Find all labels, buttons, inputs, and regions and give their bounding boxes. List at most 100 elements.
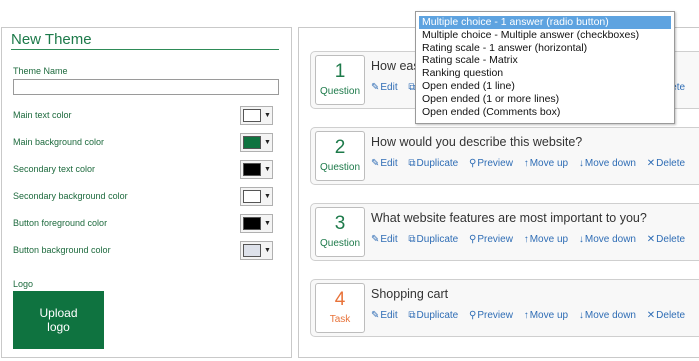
question-type-option[interactable]: Open ended (1 line): [419, 80, 671, 93]
color-swatch: [243, 217, 261, 230]
edit-button[interactable]: ✎Edit: [371, 234, 398, 245]
duplicate-button[interactable]: ⧉Duplicate: [408, 158, 458, 169]
question-type-label: Question: [319, 86, 361, 97]
question-type-option[interactable]: Ranking question: [419, 67, 671, 80]
color-row-button-background: Button background color ▼: [13, 241, 273, 261]
color-row-main-background: Main background color ▼: [13, 133, 273, 153]
arrow-down-icon: ↓: [578, 310, 584, 321]
arrow-up-icon: ↑: [523, 234, 529, 245]
move-down-button[interactable]: ↓Move down: [579, 310, 636, 321]
color-label: Button background color: [13, 245, 111, 255]
move-down-button[interactable]: ↓Move down: [579, 234, 636, 245]
button-foreground-color-picker[interactable]: ▼: [240, 214, 273, 233]
move-up-button[interactable]: ↑Move up: [524, 310, 568, 321]
question-number: 2: [334, 137, 346, 158]
pencil-icon: ✎: [371, 82, 380, 93]
color-label: Secondary text color: [13, 164, 96, 174]
main-text-color-picker[interactable]: ▼: [240, 106, 273, 125]
color-swatch: [243, 109, 261, 122]
delete-button[interactable]: ✕Delete: [647, 234, 685, 245]
preview-button[interactable]: ⚲Preview: [469, 310, 513, 321]
x-icon: ✕: [646, 310, 656, 321]
question-actions: ✎Edit ⧉Duplicate ⚲Preview ↑Move up ↓Move…: [371, 234, 693, 245]
upload-logo-button[interactable]: Upload logo: [13, 291, 104, 349]
pencil-icon: ✎: [371, 234, 380, 245]
edit-button[interactable]: ✎Edit: [371, 310, 398, 321]
color-label: Main text color: [13, 110, 72, 120]
question-type-label: Question: [319, 162, 361, 173]
color-row-button-foreground: Button foreground color ▼: [13, 214, 273, 234]
edit-button[interactable]: ✎Edit: [371, 158, 398, 169]
move-down-button[interactable]: ↓Move down: [579, 158, 636, 169]
question-actions: ✎Edit ⧉Duplicate ⚲Preview ↑Move up ↓Move…: [371, 310, 693, 321]
question-type-option[interactable]: Multiple choice - Multiple answer (check…: [419, 29, 671, 42]
pencil-icon: ✎: [371, 310, 380, 321]
main-background-color-picker[interactable]: ▼: [240, 133, 273, 152]
copy-icon: ⧉: [408, 310, 416, 321]
magnifier-icon: ⚲: [469, 158, 477, 169]
arrow-down-icon: ↓: [578, 158, 584, 169]
dropdown-arrow-icon: ▼: [264, 166, 271, 173]
question-text: What website features are most important…: [371, 211, 647, 225]
dropdown-arrow-icon: ▼: [264, 112, 271, 119]
theme-name-label: Theme Name: [13, 66, 68, 76]
question-type-option[interactable]: Rating scale - Matrix: [419, 54, 671, 67]
dropdown-arrow-icon: ▼: [264, 139, 271, 146]
question-text: How would you describe this website?: [371, 135, 583, 149]
magnifier-icon: ⚲: [469, 234, 477, 245]
secondary-background-color-picker[interactable]: ▼: [240, 187, 273, 206]
question-number-badge: 1 Question: [315, 55, 365, 105]
move-up-button[interactable]: ↑Move up: [524, 234, 568, 245]
theme-panel: New Theme Theme Name Main text color ▼ M…: [1, 27, 292, 358]
color-row-main-text: Main text color ▼: [13, 106, 273, 126]
delete-button[interactable]: ✕Delete: [647, 310, 685, 321]
question-number: 4: [334, 289, 346, 310]
question-type-option[interactable]: Multiple choice - 1 answer (radio button…: [419, 16, 671, 29]
logo-label: Logo: [13, 279, 34, 289]
color-label: Main background color: [13, 137, 105, 147]
question-card[interactable]: 3 Question What website features are mos…: [310, 203, 699, 261]
pencil-icon: ✎: [371, 158, 380, 169]
theme-title: New Theme: [11, 32, 279, 50]
question-number-badge: 4 Task: [315, 283, 365, 333]
preview-button[interactable]: ⚲Preview: [469, 234, 513, 245]
color-row-secondary-background: Secondary background color ▼: [13, 187, 273, 207]
move-up-button[interactable]: ↑Move up: [524, 158, 568, 169]
duplicate-button[interactable]: ⧉Duplicate: [408, 234, 458, 245]
question-number-badge: 3 Question: [315, 207, 365, 257]
upload-logo-label: Upload logo: [39, 306, 78, 334]
x-icon: ✕: [646, 234, 656, 245]
color-swatch: [243, 244, 261, 257]
delete-button[interactable]: ✕Delete: [647, 158, 685, 169]
question-actions: ✎Edit ⧉Duplicate ⚲Preview ↑Move up ↓Move…: [371, 158, 693, 169]
question-card[interactable]: 2 Question How would you describe this w…: [310, 127, 699, 185]
question-type-label: Question: [319, 238, 361, 249]
theme-name-input[interactable]: [13, 79, 279, 95]
color-swatch: [243, 136, 261, 149]
question-type-dropdown: Multiple choice - 1 answer (radio button…: [415, 11, 675, 124]
arrow-down-icon: ↓: [578, 234, 584, 245]
dropdown-arrow-icon: ▼: [264, 247, 271, 254]
question-type-option[interactable]: Open ended (Comments box): [419, 106, 671, 119]
question-text: Shopping cart: [371, 287, 449, 301]
question-number: 1: [334, 61, 346, 82]
dropdown-arrow-icon: ▼: [264, 193, 271, 200]
color-swatch: [243, 163, 261, 176]
preview-button[interactable]: ⚲Preview: [469, 158, 513, 169]
question-number-badge: 2 Question: [315, 131, 365, 181]
edit-button[interactable]: ✎Edit: [371, 82, 398, 93]
secondary-text-color-picker[interactable]: ▼: [240, 160, 273, 179]
duplicate-button[interactable]: ⧉Duplicate: [408, 310, 458, 321]
color-label: Secondary background color: [13, 191, 128, 201]
question-type-label: Task: [329, 314, 351, 325]
question-number: 3: [334, 213, 346, 234]
arrow-up-icon: ↑: [523, 158, 529, 169]
question-type-option[interactable]: Rating scale - 1 answer (horizontal): [419, 42, 671, 55]
button-background-color-picker[interactable]: ▼: [240, 241, 273, 260]
task-card[interactable]: 4 Task Shopping cart ✎Edit ⧉Duplicate ⚲P…: [310, 279, 699, 337]
magnifier-icon: ⚲: [469, 310, 477, 321]
question-type-option[interactable]: Open ended (1 or more lines): [419, 93, 671, 106]
x-icon: ✕: [646, 158, 656, 169]
copy-icon: ⧉: [408, 234, 416, 245]
dropdown-arrow-icon: ▼: [264, 220, 271, 227]
